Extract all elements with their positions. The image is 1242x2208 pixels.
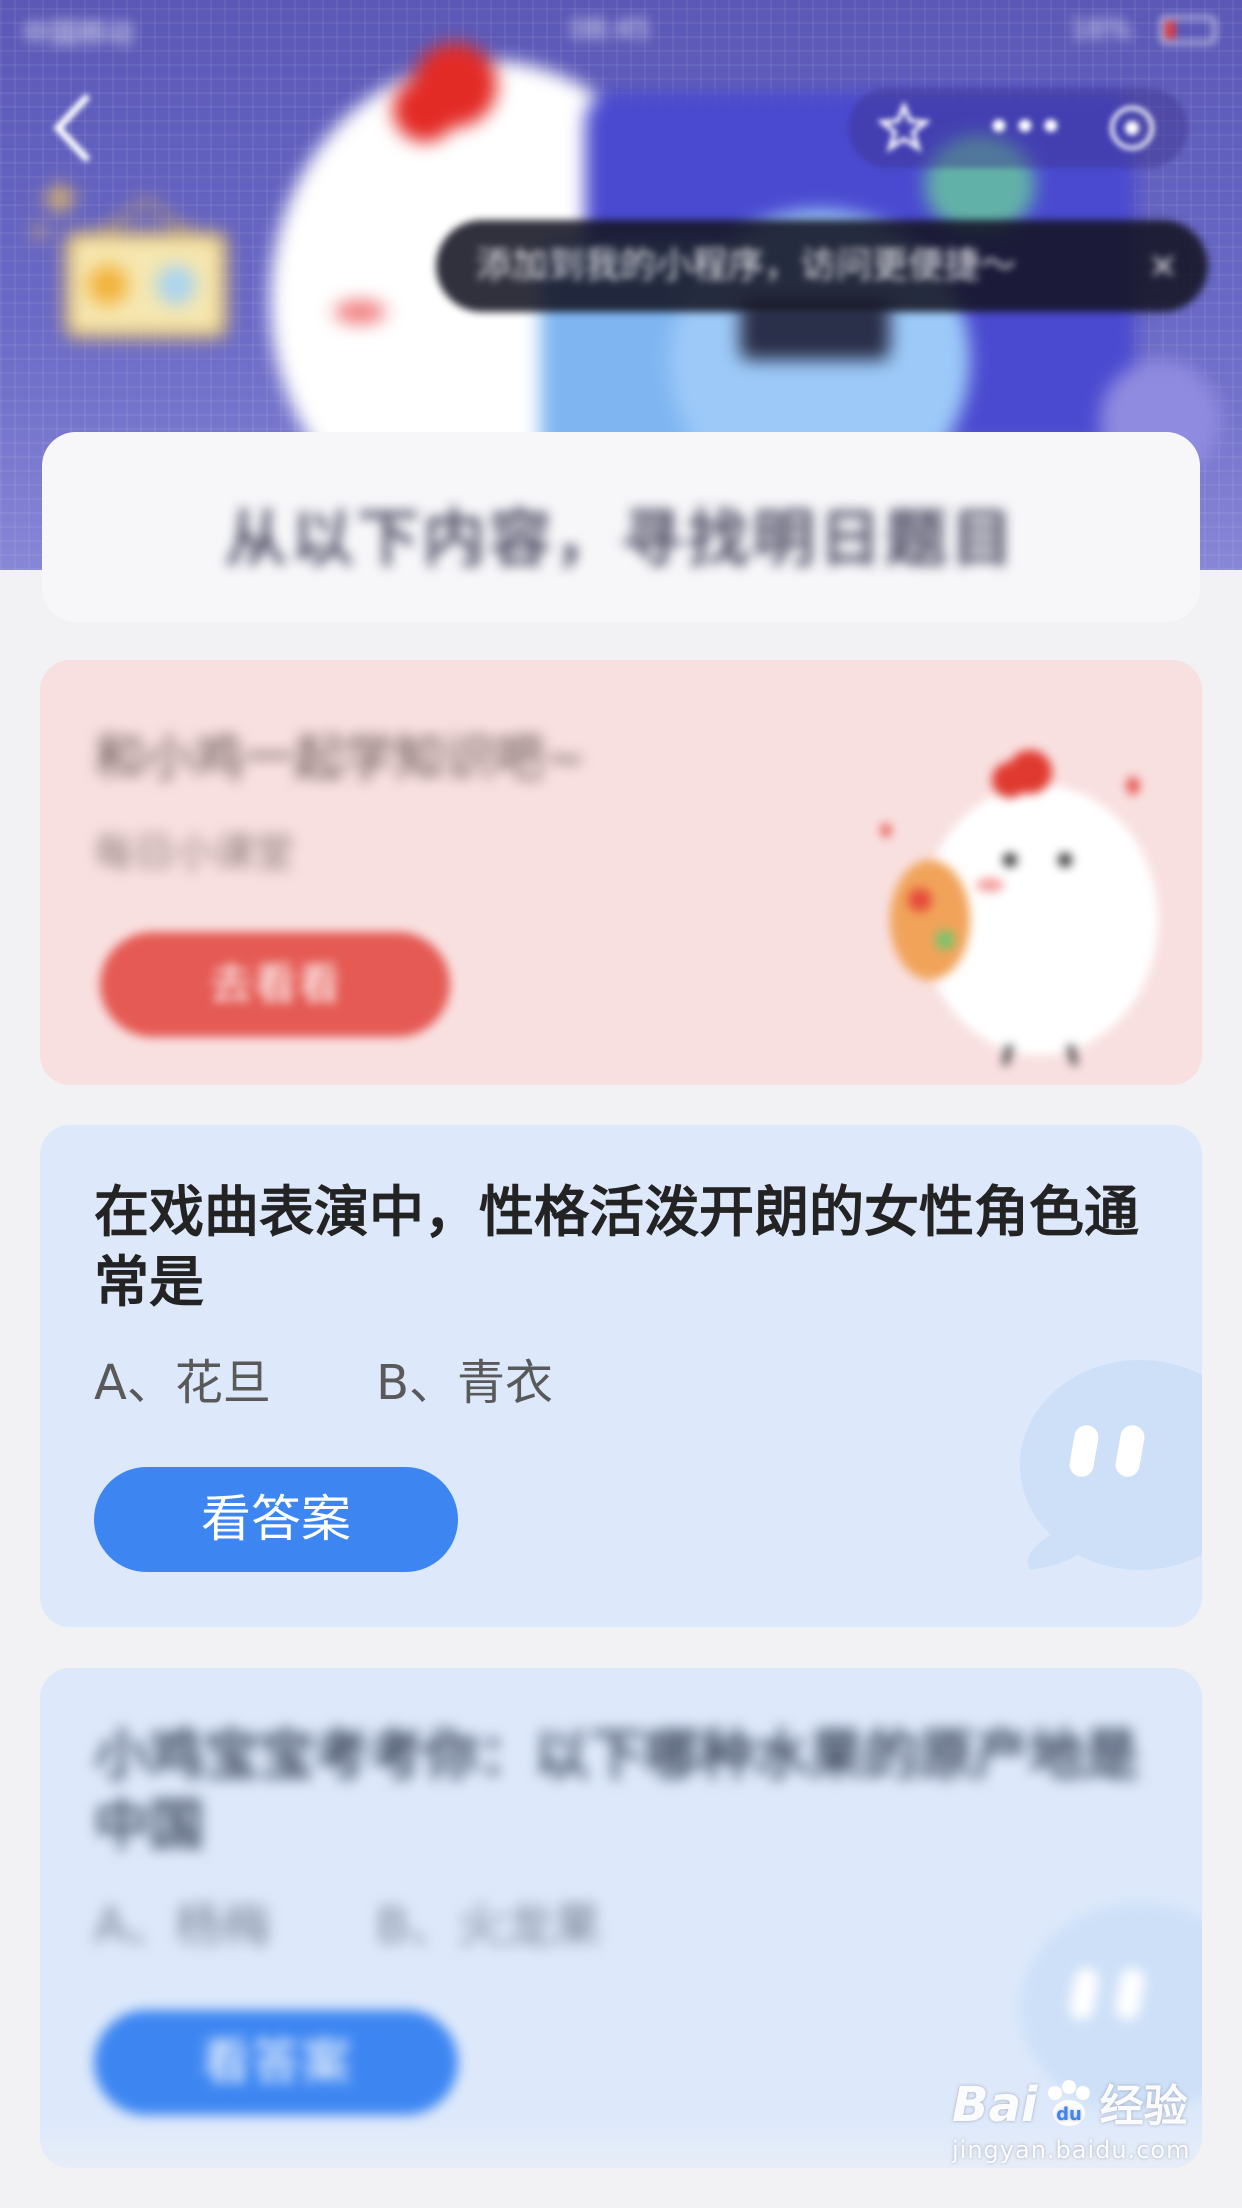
promo-card[interactable]: 和小鸡一起学知识吧~ 每日小课堂 去看看: [40, 660, 1202, 1085]
option-b: B、青衣: [376, 1355, 554, 1411]
option-a-2: A、杨梅: [94, 1898, 271, 1954]
question-options-2: A、杨梅 B、火龙果: [94, 1886, 691, 1956]
status-bar: 中国移动 08:45 16%: [0, 0, 1242, 60]
back-button[interactable]: [48, 88, 108, 168]
section-subtitle: 从以下内容，寻找明日题目: [224, 502, 1017, 575]
carrier-label: 中国移动: [22, 17, 135, 50]
option-b-2: B、火龙果: [376, 1898, 602, 1954]
toast-close-button[interactable]: ×: [1148, 220, 1178, 312]
capsule-menu: •••: [848, 88, 1188, 168]
speech-bubble-icon: [1020, 1360, 1202, 1570]
view-answer-button-2[interactable]: 看答案: [94, 2010, 458, 2115]
watermark-brand: Bai: [952, 2077, 1038, 2133]
close-target-button[interactable]: [1106, 102, 1158, 165]
view-answer-button[interactable]: 看答案: [94, 1467, 458, 1572]
target-close-icon: [1110, 106, 1154, 150]
question-text: 在戏曲表演中，性格活泼开朗的女性角色通常是: [94, 1180, 1140, 1314]
watermark-brand-suffix: 经验: [1099, 2081, 1188, 2132]
paw-icon: du: [1047, 2080, 1090, 2126]
promo-go-button[interactable]: 去看看: [100, 932, 450, 1037]
battery-icon: [1160, 16, 1216, 44]
star-button[interactable]: [876, 100, 932, 165]
add-miniprogram-toast[interactable]: 添加到我的小程序，访问更便捷～ ×: [436, 220, 1208, 312]
question-text-2: 小鸡宝宝考考你：以下哪种水果的原产地是中国: [94, 1723, 1140, 1857]
more-button[interactable]: •••: [986, 102, 1064, 153]
svg-text:du: du: [1056, 2104, 1082, 2125]
watermark-url: jingyan.baidu.com: [952, 2136, 1191, 2164]
section-subtitle-card: 从以下内容，寻找明日题目: [42, 432, 1200, 622]
chevron-left-icon: [53, 94, 90, 162]
star-icon: [876, 100, 932, 153]
promo-title: 和小鸡一起学知识吧~: [94, 729, 586, 787]
promo-subtitle: 每日小课堂: [94, 830, 294, 876]
baidu-jingyan-watermark: Bai du 经验 jingyan.baidu.com: [952, 2070, 1222, 2190]
option-a: A、花旦: [94, 1355, 271, 1411]
battery-percent: 16%: [1070, 12, 1133, 45]
question-options: A、花旦 B、青衣: [94, 1343, 643, 1413]
question-card: 在戏曲表演中，性格活泼开朗的女性角色通常是 A、花旦 B、青衣 看答案: [40, 1125, 1202, 1627]
status-time: 08:45: [570, 12, 651, 45]
toast-text: 添加到我的小程序，访问更便捷～: [476, 245, 1017, 286]
chick-mascot-icon: [880, 750, 1158, 1066]
